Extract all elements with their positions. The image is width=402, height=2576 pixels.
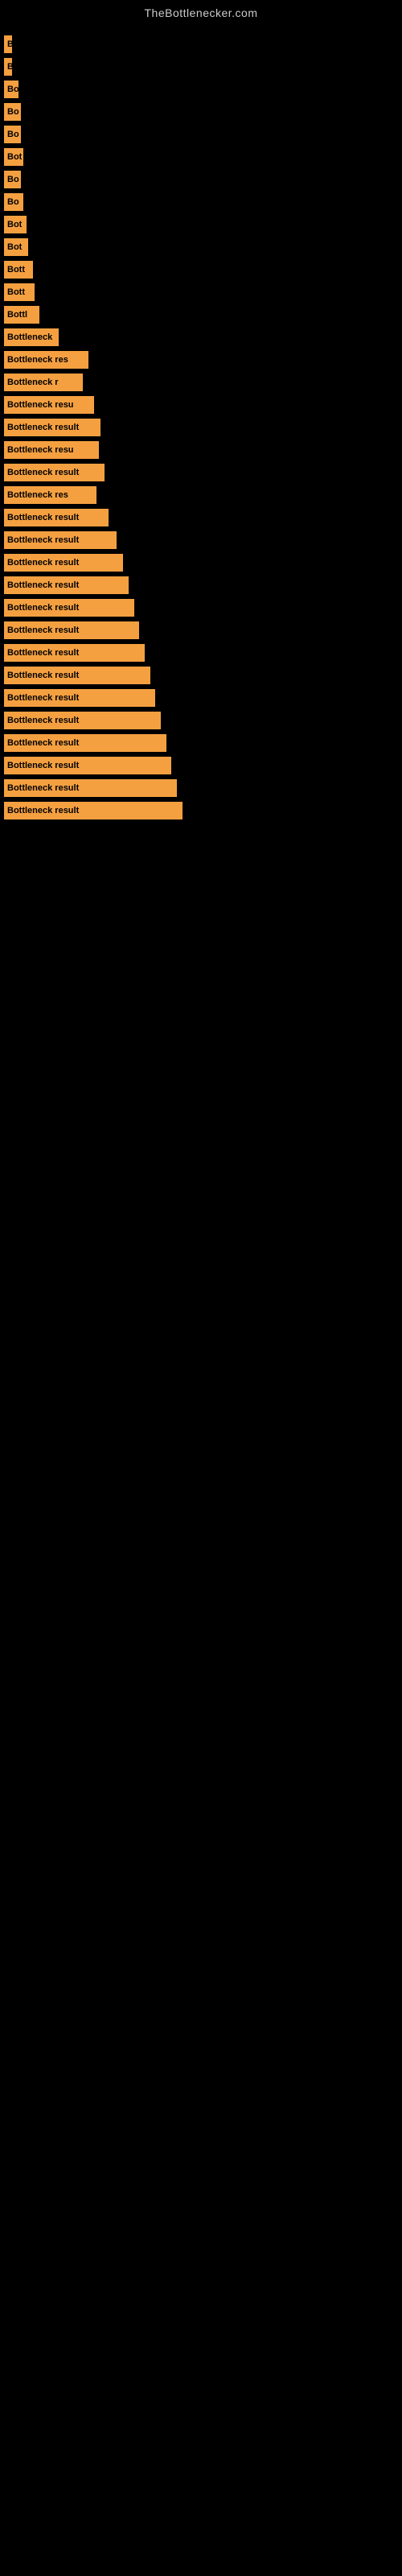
bar-row-31: Bottleneck result xyxy=(4,712,398,729)
bar-row-12: Bott xyxy=(4,283,398,301)
bar-row-15: Bottleneck res xyxy=(4,351,398,369)
bar-label-23: Bottleneck result xyxy=(4,531,117,549)
bar-label-7: Bo xyxy=(4,171,21,188)
bar-row-21: Bottleneck res xyxy=(4,486,398,504)
bar-row-24: Bottleneck result xyxy=(4,554,398,572)
bar-row-30: Bottleneck result xyxy=(4,689,398,707)
bar-row-20: Bottleneck result xyxy=(4,464,398,481)
bar-row-7: Bo xyxy=(4,171,398,188)
bar-label-31: Bottleneck result xyxy=(4,712,161,729)
bar-label-25: Bottleneck result xyxy=(4,576,129,594)
bar-row-17: Bottleneck resu xyxy=(4,396,398,414)
bar-row-23: Bottleneck result xyxy=(4,531,398,549)
bar-row-26: Bottleneck result xyxy=(4,599,398,617)
bar-row-13: Bottl xyxy=(4,306,398,324)
bar-label-14: Bottleneck xyxy=(4,328,59,346)
bar-label-1: B xyxy=(4,35,12,53)
bar-label-29: Bottleneck result xyxy=(4,667,150,684)
bar-label-33: Bottleneck result xyxy=(4,757,171,774)
bar-label-12: Bott xyxy=(4,283,35,301)
bar-row-35: Bottleneck result xyxy=(4,802,398,819)
bar-label-8: Bo xyxy=(4,193,23,211)
bar-label-27: Bottleneck result xyxy=(4,621,139,639)
bar-row-3: Bo xyxy=(4,80,398,98)
bar-label-16: Bottleneck r xyxy=(4,374,83,391)
bar-label-9: Bot xyxy=(4,216,27,233)
bar-label-35: Bottleneck result xyxy=(4,802,183,819)
bar-label-17: Bottleneck resu xyxy=(4,396,94,414)
bar-row-11: Bott xyxy=(4,261,398,279)
bar-row-27: Bottleneck result xyxy=(4,621,398,639)
bar-label-18: Bottleneck result xyxy=(4,419,100,436)
bar-label-30: Bottleneck result xyxy=(4,689,155,707)
bar-label-6: Bot xyxy=(4,148,23,166)
bar-row-22: Bottleneck result xyxy=(4,509,398,526)
bar-label-26: Bottleneck result xyxy=(4,599,134,617)
bar-row-34: Bottleneck result xyxy=(4,779,398,797)
bar-row-8: Bo xyxy=(4,193,398,211)
bar-row-4: Bo xyxy=(4,103,398,121)
bar-row-25: Bottleneck result xyxy=(4,576,398,594)
bar-label-28: Bottleneck result xyxy=(4,644,145,662)
bar-row-5: Bo xyxy=(4,126,398,143)
bar-row-28: Bottleneck result xyxy=(4,644,398,662)
bar-row-9: Bot xyxy=(4,216,398,233)
bar-row-32: Bottleneck result xyxy=(4,734,398,752)
site-title: TheBottlenecker.com xyxy=(0,0,402,23)
bar-label-15: Bottleneck res xyxy=(4,351,88,369)
bar-row-33: Bottleneck result xyxy=(4,757,398,774)
bar-label-34: Bottleneck result xyxy=(4,779,177,797)
bar-label-13: Bottl xyxy=(4,306,39,324)
bar-row-14: Bottleneck xyxy=(4,328,398,346)
bar-row-18: Bottleneck result xyxy=(4,419,398,436)
bar-row-1: B xyxy=(4,35,398,53)
bar-label-3: Bo xyxy=(4,80,18,98)
bar-label-22: Bottleneck result xyxy=(4,509,109,526)
bar-row-6: Bot xyxy=(4,148,398,166)
bar-label-4: Bo xyxy=(4,103,21,121)
bar-label-5: Bo xyxy=(4,126,21,143)
bar-label-20: Bottleneck result xyxy=(4,464,105,481)
bar-label-2: B xyxy=(4,58,12,76)
bar-label-24: Bottleneck result xyxy=(4,554,123,572)
bar-row-10: Bot xyxy=(4,238,398,256)
bar-row-16: Bottleneck r xyxy=(4,374,398,391)
bar-row-29: Bottleneck result xyxy=(4,667,398,684)
bar-label-11: Bott xyxy=(4,261,33,279)
bar-label-21: Bottleneck res xyxy=(4,486,96,504)
bar-row-19: Bottleneck resu xyxy=(4,441,398,459)
bar-label-19: Bottleneck resu xyxy=(4,441,99,459)
bar-label-32: Bottleneck result xyxy=(4,734,166,752)
bar-row-2: B xyxy=(4,58,398,76)
bar-label-10: Bot xyxy=(4,238,28,256)
